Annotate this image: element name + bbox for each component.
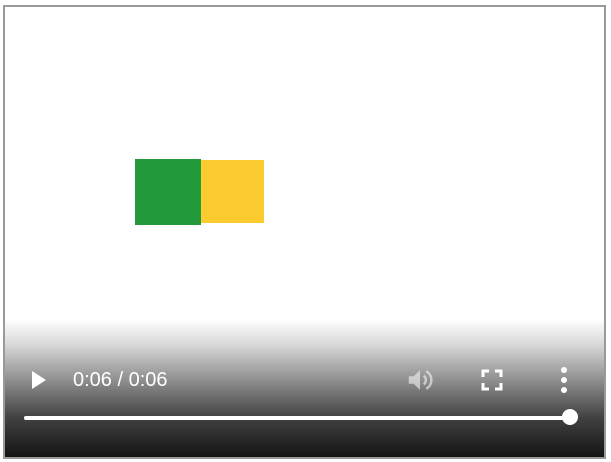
progress-slider[interactable] [24, 409, 578, 425]
fullscreen-icon [481, 369, 503, 391]
progress-fill [24, 416, 570, 420]
time-display: 0:06 / 0:06 [73, 369, 168, 391]
play-icon [32, 371, 46, 389]
more-options-button[interactable] [548, 364, 580, 396]
progress-track [24, 416, 570, 420]
volume-icon [408, 370, 433, 390]
progress-thumb[interactable] [562, 409, 578, 425]
play-button[interactable] [22, 364, 54, 396]
mute-button[interactable] [402, 362, 438, 398]
fullscreen-button[interactable] [476, 364, 508, 396]
more-vertical-icon [561, 367, 567, 393]
yellow-square [201, 160, 264, 223]
green-square [135, 159, 201, 225]
